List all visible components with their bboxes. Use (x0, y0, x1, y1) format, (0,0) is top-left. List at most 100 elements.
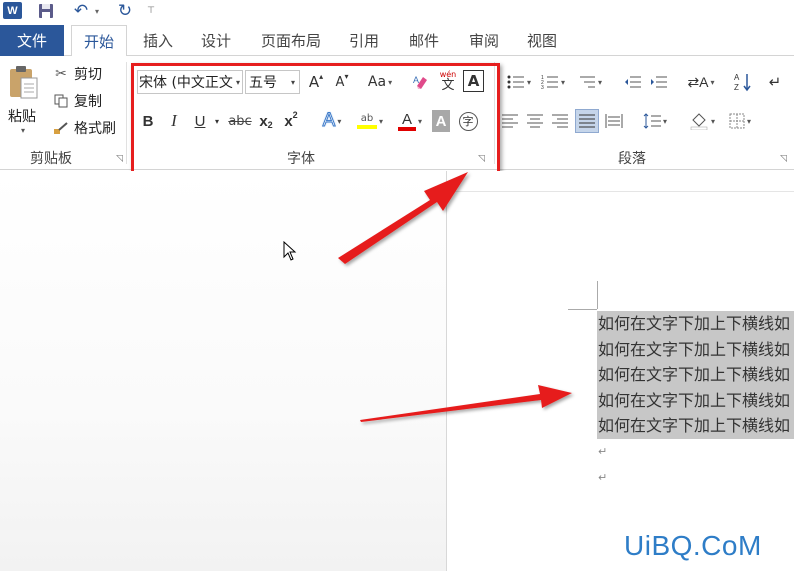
enclose-characters-button[interactable]: 字 (457, 110, 479, 132)
align-center-icon (527, 114, 543, 128)
borders-button[interactable]: ▾ (722, 110, 758, 132)
grow-font-icon: A (308, 73, 320, 91)
svg-text:Z: Z (734, 83, 739, 92)
align-left-button[interactable] (500, 110, 520, 132)
increase-indent-icon (651, 76, 667, 88)
shrink-font-button[interactable]: A ▾ (332, 70, 352, 94)
sort-button[interactable]: AZ (732, 70, 754, 94)
bold-button[interactable]: B (140, 110, 156, 132)
chinese-layout-icon: ⇄A (687, 73, 709, 90)
selected-text-line[interactable]: 如何在文字下加上下横线如 (597, 413, 794, 439)
show-marks-button[interactable]: ↵ (764, 72, 786, 92)
text-effects-icon: A (322, 110, 336, 132)
selected-text-line[interactable]: 如何在文字下加上下横线如 (597, 336, 794, 362)
align-center-button[interactable] (525, 110, 545, 132)
numbered-list-icon: 123 (541, 75, 558, 90)
multilevel-list-button[interactable]: ▾ (573, 72, 607, 92)
document-body[interactable]: 如何在文字下加上下横线如 如何在文字下加上下横线如 如何在文字下加上下横线如 如… (597, 311, 794, 491)
strikethrough-button[interactable]: abc (228, 110, 252, 132)
paste-dropdown-icon[interactable]: ▾ (21, 126, 25, 135)
borders-icon (729, 113, 745, 129)
decrease-indent-button[interactable] (622, 72, 644, 92)
clipboard-group-label: 剪贴板 (30, 151, 72, 167)
group-divider (126, 62, 127, 164)
svg-text:3: 3 (541, 85, 544, 90)
ribbon-tabs: 文件 开始 插入 设计 页面布局 引用 邮件 审阅 视图 (0, 22, 794, 57)
chevron-down-icon: ▾ (290, 78, 295, 87)
character-border-icon: A (467, 72, 480, 90)
paint-bucket-icon (690, 113, 708, 130)
underline-button[interactable]: U (191, 110, 209, 132)
selected-text-line[interactable]: 如何在文字下加上下横线如 (597, 311, 794, 337)
watermark-logo: UiBQ.CoM (624, 530, 762, 561)
paragraph-mark: ↵ (598, 444, 608, 458)
cut-button[interactable]: ✂ 剪切 (52, 63, 102, 85)
clipboard-launcher-icon[interactable]: ◹ (116, 154, 123, 164)
page-edge (448, 191, 794, 192)
line-spacing-button[interactable]: ▾ (638, 110, 672, 132)
superscript-button[interactable]: x2 (281, 110, 301, 132)
superscript-x: x (284, 112, 293, 130)
selected-text-line[interactable]: 如何在文字下加上下横线如 (597, 362, 794, 388)
quick-access-toolbar: W ↶ ▾ ↻ ⊤ (0, 0, 794, 22)
customize-qat-icon[interactable]: ⊤ (146, 2, 156, 20)
grow-font-button[interactable]: A ▴ (306, 70, 326, 94)
tab-mailings[interactable]: 邮件 (398, 25, 450, 56)
ribbon: 粘贴 ▾ ✂ 剪切 复制 格式刷 剪贴板 ◹ 宋体 (中文正文 ▾ 五号 ▾ A… (0, 56, 794, 177)
increase-indent-button[interactable] (648, 72, 670, 92)
undo-icon[interactable]: ↶ (70, 1, 92, 21)
paragraph-mark: ↵ (598, 470, 608, 484)
shrink-font-icon: A (335, 74, 345, 90)
align-left-icon (502, 114, 518, 128)
margin-corner-mark (568, 309, 597, 310)
underline-dropdown-icon[interactable]: ▾ (212, 110, 222, 132)
font-dialog-launcher-icon[interactable]: ◹ (478, 154, 485, 164)
highlight-button[interactable]: ab ▾ (352, 110, 388, 132)
font-size-select[interactable]: 五号 ▾ (245, 70, 300, 94)
distributed-button[interactable] (603, 110, 625, 132)
decrease-indent-icon (625, 76, 641, 88)
change-case-icon: Aa (367, 74, 387, 90)
paste-icon[interactable] (8, 64, 40, 102)
justify-icon (579, 114, 595, 128)
tab-design[interactable]: 设计 (190, 25, 242, 56)
bullets-button[interactable]: ▾ (504, 72, 534, 92)
tab-page-layout[interactable]: 页面布局 (252, 25, 330, 56)
eraser-icon: A (413, 75, 427, 89)
format-painter-button[interactable]: 格式刷 (52, 117, 116, 139)
paragraph-launcher-icon[interactable]: ◹ (780, 154, 787, 164)
tab-home[interactable]: 开始 (71, 25, 127, 57)
paste-button[interactable]: 粘贴 (8, 106, 36, 126)
tab-references[interactable]: 引用 (338, 25, 390, 56)
font-color-button[interactable]: A ▾ (392, 110, 428, 132)
character-shading-button[interactable]: A (432, 110, 450, 132)
character-border-button[interactable]: A (463, 70, 484, 92)
navigation-pane (0, 171, 447, 571)
redo-icon[interactable]: ↻ (115, 1, 135, 21)
tab-insert[interactable]: 插入 (132, 25, 184, 56)
copy-button[interactable]: 复制 (52, 90, 102, 112)
change-case-button[interactable]: Aa ▾ (363, 70, 397, 94)
shading-button[interactable]: ▾ (684, 110, 720, 132)
italic-button[interactable]: I (166, 110, 182, 132)
line-spacing-icon (643, 113, 661, 129)
clear-formatting-button[interactable]: A (410, 70, 432, 94)
numbering-button[interactable]: 1 2 3 ▾ (538, 72, 568, 92)
selected-text-line[interactable]: 如何在文字下加上下横线如 (597, 387, 794, 413)
subscript-button[interactable]: x2 (256, 110, 276, 132)
text-effects-button[interactable]: A ▾ (316, 110, 348, 132)
font-name-select[interactable]: 宋体 (中文正文 ▾ (137, 70, 243, 94)
justify-button[interactable] (575, 109, 599, 133)
distributed-icon (605, 114, 623, 128)
svg-text:A: A (413, 75, 419, 85)
subscript-x: x (259, 112, 268, 130)
align-right-button[interactable] (550, 110, 570, 132)
chevron-down-icon: ▾ (235, 78, 240, 87)
tab-review[interactable]: 审阅 (458, 25, 510, 56)
chinese-layout-button[interactable]: ⇄A ▾ (684, 72, 718, 92)
undo-dropdown-icon[interactable]: ▾ (92, 2, 102, 20)
phonetic-guide-button[interactable]: wén 文 (437, 68, 459, 94)
save-icon[interactable] (37, 2, 55, 20)
tab-view[interactable]: 视图 (516, 25, 568, 56)
tab-file[interactable]: 文件 (0, 25, 64, 56)
